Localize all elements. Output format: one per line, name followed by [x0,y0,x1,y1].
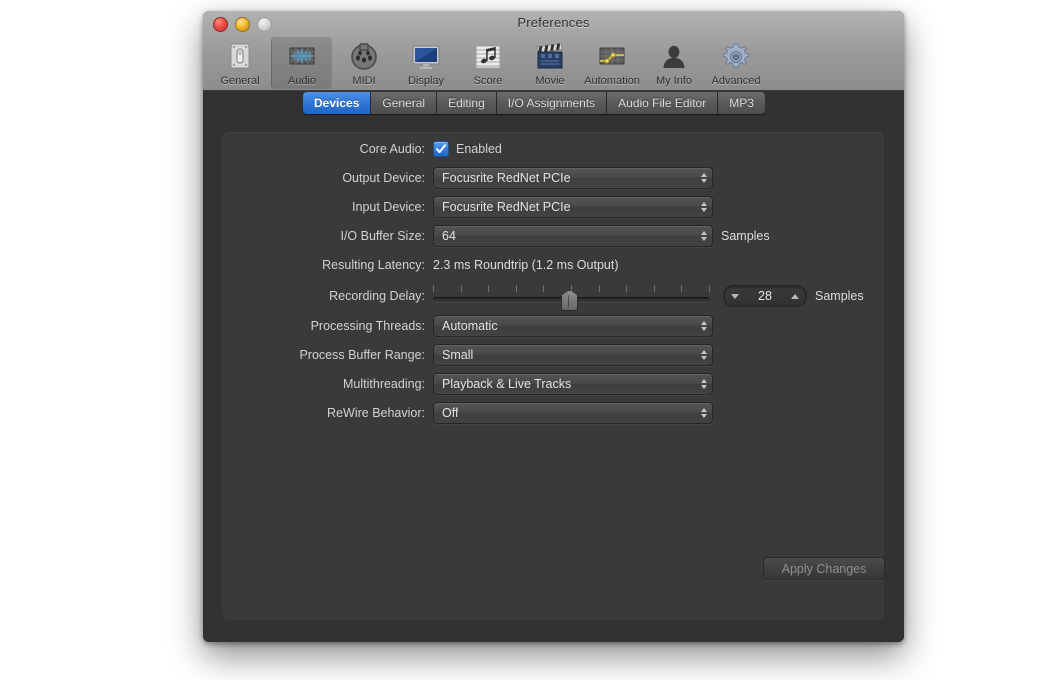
chevron-updown-icon [701,408,707,418]
chevron-updown-icon [701,379,707,389]
midi-port-icon [348,41,380,73]
toolbar-item-label: Display [407,75,445,87]
chevron-updown-icon [701,202,707,212]
rewire-behavior-value: Off [442,406,459,420]
toolbar-item-label: Movie [535,75,565,87]
processing-threads-value: Automatic [442,319,498,333]
clapperboard-icon [534,41,566,73]
tab-devices[interactable]: Devices [303,92,372,114]
tab-io-assignments[interactable]: I/O Assignments [496,92,608,114]
preferences-body: Devices General Editing I/O Assignments … [203,91,904,642]
output-device-label: Output Device: [342,171,425,185]
chevron-updown-icon [701,350,707,360]
input-device-select[interactable]: Focusrite RedNet PCIe [433,196,713,218]
stepper-decrement-icon[interactable] [731,293,739,299]
processing-threads-label: Processing Threads: [310,319,425,333]
tab-audio-file-editor[interactable]: Audio File Editor [607,92,719,114]
tab-editing[interactable]: Editing [437,92,497,114]
row-io-buffer-size: I/O Buffer Size: 64 Samples [222,225,770,247]
toolbar-item-my-info[interactable]: My Info [643,37,705,89]
devices-panel: Core Audio: Enabled Output Device: Focus… [222,132,885,620]
toolbar-item-automation[interactable]: Automation [581,37,643,89]
chevron-updown-icon [701,231,707,241]
row-process-buffer-range: Process Buffer Range: Small [222,344,713,366]
apply-changes-button[interactable]: Apply Changes [763,557,885,580]
recording-delay-stepper[interactable]: 28 [723,285,807,307]
row-multithreading: Multithreading: Playback & Live Tracks [222,373,713,395]
multithreading-select[interactable]: Playback & Live Tracks [433,373,713,395]
toolbar-item-movie[interactable]: Movie [519,37,581,89]
toolbar-item-general[interactable]: General [209,37,271,89]
recording-delay-slider[interactable] [433,285,710,311]
recording-delay-unit: Samples [815,289,864,303]
toolbar-item-label: General [220,75,260,87]
tab-bar: Devices General Editing I/O Assignments … [303,92,765,114]
recording-delay-value: 28 [758,289,772,303]
input-device-value: Focusrite RedNet PCIe [442,200,571,214]
chevron-updown-icon [701,173,707,183]
toolbar-item-label: Score [473,75,503,87]
toolbar-item-score[interactable]: Score [457,37,519,89]
rewire-behavior-select[interactable]: Off [433,402,713,424]
toolbar-item-audio[interactable]: Audio [271,37,333,89]
screen: Preferences General Audio MIDI Display S… [0,0,1060,680]
toolbar-item-label: My Info [655,75,693,87]
toolbar-item-advanced[interactable]: Advanced [705,37,767,89]
io-buffer-size-label: I/O Buffer Size: [340,229,425,243]
io-buffer-size-select[interactable]: 64 [433,225,713,247]
recording-delay-label: Recording Delay: [329,289,425,303]
row-input-device: Input Device: Focusrite RedNet PCIe [222,196,713,218]
processing-threads-select[interactable]: Automatic [433,315,713,337]
window-title: Preferences [517,15,590,30]
core-audio-checkbox[interactable] [433,141,449,157]
row-processing-threads: Processing Threads: Automatic [222,315,713,337]
rewire-behavior-label: ReWire Behavior: [327,406,425,420]
toolbar-item-label: Advanced [711,75,761,87]
toolbar-item-label: MIDI [352,75,376,87]
preferences-window: Preferences General Audio MIDI Display S… [203,11,904,642]
io-buffer-size-unit: Samples [721,229,770,243]
core-audio-checkbox-label: Enabled [456,142,502,156]
toolbar-item-display[interactable]: Display [395,37,457,89]
io-buffer-size-value: 64 [442,229,456,243]
row-rewire-behavior: ReWire Behavior: Off [222,402,713,424]
row-output-device: Output Device: Focusrite RedNet PCIe [222,167,713,189]
multithreading-label: Multithreading: [343,377,425,391]
chevron-updown-icon [701,321,707,331]
multithreading-value: Playback & Live Tracks [442,377,572,391]
window-titlebar: Preferences General Audio MIDI Display S… [203,11,904,91]
waveform-icon [286,41,318,73]
core-audio-label: Core Audio: [359,142,425,156]
music-note-icon [472,41,504,73]
process-buffer-range-select[interactable]: Small [433,344,713,366]
resulting-latency-value: 2.3 ms Roundtrip (1.2 ms Output) [433,258,619,272]
switch-icon [224,41,256,73]
input-device-label: Input Device: [352,200,425,214]
resulting-latency-label: Resulting Latency: [322,258,425,272]
toolbar-item-midi[interactable]: MIDI [333,37,395,89]
gear-icon [720,41,752,73]
automation-curve-icon [596,41,628,73]
output-device-value: Focusrite RedNet PCIe [442,171,571,185]
row-resulting-latency: Resulting Latency: 2.3 ms Roundtrip (1.2… [222,255,619,275]
output-device-select[interactable]: Focusrite RedNet PCIe [433,167,713,189]
stepper-increment-icon[interactable] [791,293,799,299]
process-buffer-range-value: Small [442,348,474,362]
row-core-audio: Core Audio: Enabled [222,139,502,159]
tab-mp3[interactable]: MP3 [718,92,765,114]
tab-general[interactable]: General [371,92,438,114]
monitor-icon [410,41,442,73]
slider-handle[interactable] [561,290,579,311]
toolbar-item-label: Automation [584,75,640,87]
process-buffer-range-label: Process Buffer Range: [299,348,425,362]
row-recording-delay: Recording Delay: 28 Samples [222,284,864,311]
person-icon [658,41,690,73]
preferences-toolbar: General Audio MIDI Display Score Movie A… [209,37,767,89]
toolbar-item-label: Audio [287,75,317,87]
